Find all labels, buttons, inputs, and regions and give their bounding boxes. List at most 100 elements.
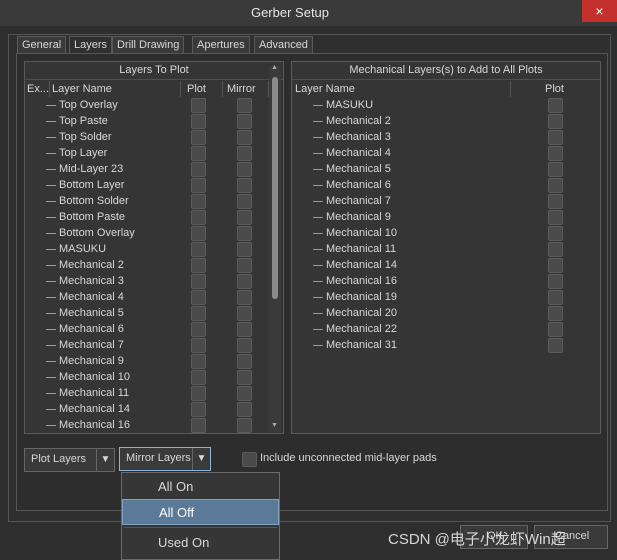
plot-checkbox[interactable] [191, 338, 206, 353]
plot-checkbox[interactable] [191, 146, 206, 161]
mirror-checkbox[interactable] [237, 242, 252, 257]
plot-checkbox[interactable] [548, 290, 563, 305]
chevron-down-icon[interactable]: ▼ [192, 448, 210, 470]
plot-checkbox[interactable] [548, 178, 563, 193]
plot-checkbox[interactable] [191, 114, 206, 129]
menu-item-all-off[interactable]: All Off [122, 499, 279, 525]
plot-checkbox[interactable] [191, 258, 206, 273]
plot-checkbox[interactable] [548, 258, 563, 273]
column-expand[interactable]: Ex... [27, 81, 49, 97]
include-unconnected-checkbox[interactable] [242, 452, 257, 467]
plot-checkbox[interactable] [548, 210, 563, 225]
plot-checkbox[interactable] [191, 274, 206, 289]
plot-checkbox[interactable] [191, 130, 206, 145]
table-row-label: Top Solder [59, 131, 112, 143]
layers-to-plot-title: Layers To Plot [25, 62, 283, 80]
column-divider [510, 81, 511, 97]
plot-checkbox[interactable] [191, 418, 206, 433]
column-layer-name[interactable]: Layer Name [295, 81, 355, 97]
mirror-checkbox[interactable] [237, 386, 252, 401]
table-row-label: Mechanical 11 [59, 387, 130, 399]
plot-checkbox[interactable] [191, 210, 206, 225]
mirror-checkbox[interactable] [237, 194, 252, 209]
scroll-down-icon[interactable]: ▼ [271, 422, 278, 429]
plot-checkbox[interactable] [548, 242, 563, 257]
tab-drill-drawing[interactable]: Drill Drawing [112, 36, 185, 54]
plot-layers-button[interactable]: Plot Layers ▼ [24, 448, 115, 472]
mirror-checkbox[interactable] [237, 306, 252, 321]
plot-checkbox[interactable] [191, 370, 206, 385]
mirror-checkbox[interactable] [237, 162, 252, 177]
menu-item-used-on[interactable]: Used On [122, 530, 279, 556]
table-row-label: Top Layer [59, 147, 108, 159]
mirror-checkbox[interactable] [237, 178, 252, 193]
table-row-label: Mechanical 5 [59, 307, 124, 319]
plot-checkbox[interactable] [548, 146, 563, 161]
table-row-label: Top Paste [59, 115, 108, 127]
plot-checkbox[interactable] [191, 402, 206, 417]
mirror-checkbox[interactable] [237, 274, 252, 289]
table-row-label: Mechanical 14 [326, 259, 397, 271]
column-layer-name[interactable]: Layer Name [52, 81, 112, 97]
plot-checkbox[interactable] [548, 162, 563, 177]
tree-line [46, 281, 56, 282]
tree-line [46, 393, 56, 394]
mirror-checkbox[interactable] [237, 114, 252, 129]
tab-layers[interactable]: Layers [69, 36, 113, 54]
plot-checkbox[interactable] [548, 226, 563, 241]
mirror-checkbox[interactable] [237, 130, 252, 145]
menu-item-all-on[interactable]: All On [122, 474, 279, 500]
mirror-checkbox[interactable] [237, 354, 252, 369]
plot-checkbox[interactable] [191, 226, 206, 241]
tree-line [46, 329, 56, 330]
plot-checkbox[interactable] [191, 178, 206, 193]
plot-checkbox[interactable] [548, 130, 563, 145]
plot-checkbox[interactable] [191, 242, 206, 257]
mirror-checkbox[interactable] [237, 98, 252, 113]
column-plot[interactable]: Plot [545, 81, 564, 97]
table-row-label: Mechanical 11 [326, 243, 397, 255]
plot-checkbox[interactable] [191, 354, 206, 369]
mirror-checkbox[interactable] [237, 322, 252, 337]
mirror-layers-button[interactable]: Mirror Layers ▼ [119, 447, 211, 471]
mirror-checkbox[interactable] [237, 402, 252, 417]
mirror-checkbox[interactable] [237, 338, 252, 353]
close-icon[interactable]: × [582, 0, 617, 22]
mirror-checkbox[interactable] [237, 290, 252, 305]
plot-checkbox[interactable] [191, 194, 206, 209]
chevron-down-icon[interactable]: ▼ [96, 449, 114, 471]
plot-checkbox[interactable] [548, 274, 563, 289]
plot-checkbox[interactable] [548, 322, 563, 337]
plot-checkbox[interactable] [191, 98, 206, 113]
plot-checkbox[interactable] [548, 98, 563, 113]
plot-checkbox[interactable] [548, 114, 563, 129]
column-divider [49, 81, 50, 97]
scrollbar-thumb[interactable] [272, 77, 278, 299]
column-plot[interactable]: Plot [187, 81, 206, 97]
table-row-label: Mechanical 6 [59, 323, 124, 335]
column-mirror[interactable]: Mirror [227, 81, 256, 97]
mirror-checkbox[interactable] [237, 146, 252, 161]
plot-checkbox[interactable] [191, 290, 206, 305]
table-row-label: Mechanical 16 [59, 419, 130, 431]
scroll-up-icon[interactable]: ▲ [271, 64, 278, 71]
tree-line [313, 137, 323, 138]
plot-checkbox[interactable] [548, 338, 563, 353]
tab-apertures[interactable]: Apertures [192, 36, 250, 54]
plot-checkbox[interactable] [548, 306, 563, 321]
plot-checkbox[interactable] [548, 194, 563, 209]
tree-line [46, 185, 56, 186]
mirror-checkbox[interactable] [237, 258, 252, 273]
mirror-checkbox[interactable] [237, 418, 252, 433]
plot-checkbox[interactable] [191, 162, 206, 177]
mirror-checkbox[interactable] [237, 210, 252, 225]
tab-advanced[interactable]: Advanced [254, 36, 313, 54]
tab-general[interactable]: General [17, 36, 67, 54]
mirror-checkbox[interactable] [237, 370, 252, 385]
plot-checkbox[interactable] [191, 322, 206, 337]
tree-line [46, 361, 56, 362]
tree-line [313, 217, 323, 218]
plot-checkbox[interactable] [191, 386, 206, 401]
plot-checkbox[interactable] [191, 306, 206, 321]
mirror-checkbox[interactable] [237, 226, 252, 241]
